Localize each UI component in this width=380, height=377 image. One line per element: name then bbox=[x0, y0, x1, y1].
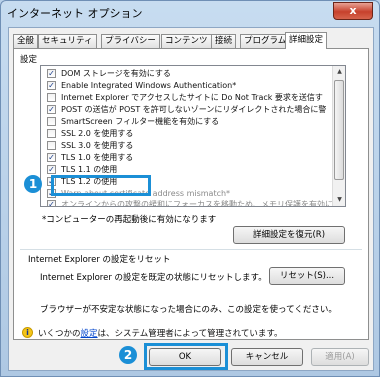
checkbox[interactable]: ✓ bbox=[47, 105, 56, 114]
info-prefix: いくつかの bbox=[38, 329, 81, 339]
info-icon: i bbox=[22, 327, 33, 338]
reset-warning: ブラウザーが不安定な状態になった場合にのみ、この設定を使ってください。 bbox=[40, 305, 337, 315]
setting-tls11[interactable]: ✓ TLS 1.1 の使用 bbox=[41, 164, 333, 175]
reset-button[interactable]: リセット(S)... bbox=[269, 267, 345, 285]
dialog-client: 全般 セキュリティ プライバシー コンテンツ 接続 プログラム 詳細設定 設定 … bbox=[8, 27, 374, 371]
tab-programs[interactable]: プログラム bbox=[240, 34, 291, 48]
restore-advanced-button[interactable]: 詳細設定を復元(R) bbox=[233, 226, 345, 244]
tab-advanced[interactable]: 詳細設定 bbox=[285, 32, 328, 49]
tab-strip: 全般 セキュリティ プライバシー コンテンツ 接続 プログラム 詳細設定 bbox=[13, 32, 369, 49]
reset-description: Internet Explorer の設定を既定の状態にリセットします。 bbox=[40, 273, 267, 283]
divider bbox=[20, 249, 362, 250]
checkbox[interactable]: ✓ bbox=[47, 200, 56, 206]
setting-label: TLS 1.1 の使用 bbox=[61, 165, 118, 174]
tab-security[interactable]: セキュリティ bbox=[38, 34, 97, 48]
checkbox[interactable] bbox=[47, 93, 56, 102]
scroll-up-icon[interactable]: ▲ bbox=[334, 66, 345, 78]
checkbox[interactable]: ✓ bbox=[47, 165, 56, 174]
setting-label: SSL 2.0 を使用する bbox=[61, 129, 134, 138]
setting-tls10[interactable]: ✓ TLS 1.0 を使用する bbox=[41, 152, 333, 163]
scroll-thumb[interactable] bbox=[334, 80, 344, 180]
tab-privacy[interactable]: プライバシー bbox=[101, 34, 160, 48]
info-text: いくつかの設定は、システム管理者によって管理されています。 bbox=[38, 327, 283, 339]
settings-label: 設定 bbox=[20, 55, 38, 65]
step-1-marker: 1 bbox=[24, 175, 42, 193]
settings-link[interactable]: 設定 bbox=[81, 329, 98, 339]
checkbox[interactable] bbox=[47, 141, 56, 150]
tab-content[interactable]: コンテンツ bbox=[161, 34, 212, 48]
setting-integrated-auth[interactable]: ✓ Enable Integrated Windows Authenticati… bbox=[41, 80, 333, 91]
tls12-highlight-frame bbox=[51, 175, 151, 196]
setting-label: SSL 3.0 を使用する bbox=[61, 141, 134, 150]
tab-general[interactable]: 全般 bbox=[13, 34, 39, 48]
window-title: インターネット オプション bbox=[7, 7, 143, 20]
tab-connections[interactable]: 接続 bbox=[211, 34, 237, 48]
setting-label: SmartScreen フィルター機能を有効にする bbox=[61, 117, 220, 126]
checkbox[interactable] bbox=[47, 117, 56, 126]
ok-highlight-frame bbox=[144, 343, 228, 370]
checkbox[interactable]: ✓ bbox=[47, 69, 56, 78]
restart-note: *コンピューターの再起動後に有効になります bbox=[42, 215, 217, 225]
setting-label: TLS 1.0 を使用する bbox=[61, 153, 134, 162]
setting-smartscreen[interactable]: SmartScreen フィルター機能を有効にする bbox=[41, 116, 333, 127]
settings-scrollbar[interactable]: ▲ ▼ bbox=[332, 66, 345, 206]
setting-memory-protection[interactable]: ✓ オンラインからの攻撃の緩和にフォーカスを移動ため、メモリ保護を有効にする* bbox=[41, 199, 333, 207]
info-suffix: は、システム管理者によって管理されています。 bbox=[97, 329, 283, 339]
setting-label: DOM ストレージを有効にする bbox=[61, 69, 171, 78]
cancel-button[interactable]: キャンセル bbox=[231, 348, 303, 366]
checkbox[interactable]: ✓ bbox=[47, 153, 56, 162]
close-button[interactable]: x bbox=[333, 2, 373, 20]
apply-button: 適用(A) bbox=[311, 348, 369, 366]
checkbox[interactable]: ✓ bbox=[47, 81, 56, 90]
setting-do-not-track[interactable]: Internet Explorer でアクセスしたサイトに Do Not Tra… bbox=[41, 92, 333, 103]
managed-info-bar: i いくつかの設定は、システム管理者によって管理されています。 bbox=[22, 327, 362, 339]
setting-label: Enable Integrated Windows Authentication… bbox=[61, 81, 237, 90]
setting-post-redirect[interactable]: ✓ POST の送信が POST を許可しないゾーンにリダイレクトされた場合に警 bbox=[41, 104, 333, 115]
setting-label: オンラインからの攻撃の緩和にフォーカスを移動ため、メモリ保護を有効にする* bbox=[61, 200, 333, 207]
setting-label: POST の送信が POST を許可しないゾーンにリダイレクトされた場合に警 bbox=[61, 105, 327, 114]
setting-label: Internet Explorer でアクセスしたサイトに Do Not Tra… bbox=[61, 93, 323, 102]
setting-ssl2[interactable]: SSL 2.0 を使用する bbox=[41, 128, 333, 139]
checkbox[interactable] bbox=[47, 129, 56, 138]
scroll-down-icon[interactable]: ▼ bbox=[334, 194, 345, 206]
setting-dom-storage[interactable]: ✓ DOM ストレージを有効にする bbox=[41, 68, 333, 79]
step-2-marker: 2 bbox=[119, 346, 137, 364]
setting-ssl3[interactable]: SSL 3.0 を使用する bbox=[41, 140, 333, 151]
reset-group-title: Internet Explorer の設定をリセット bbox=[28, 255, 171, 265]
